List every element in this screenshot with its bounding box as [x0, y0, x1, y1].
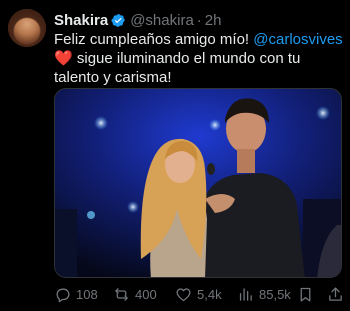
tweet[interactable]: Shakira @shakira · 2h Feliz cumpleaños a… [0, 0, 350, 311]
share-button[interactable] [327, 284, 344, 304]
repost-button[interactable]: 400 [113, 284, 157, 304]
verified-badge-icon [111, 13, 126, 28]
bookmark-icon [300, 287, 311, 302]
like-count: 5,4k [197, 286, 222, 302]
reply-button[interactable]: 108 [54, 284, 98, 304]
repost-icon [115, 287, 128, 301]
author-name[interactable]: Shakira [54, 12, 108, 29]
avatar[interactable] [8, 9, 46, 47]
repost-count: 400 [135, 286, 157, 302]
like-icon [176, 287, 191, 301]
reply-icon [56, 288, 70, 302]
views-button[interactable]: 85,5k [237, 284, 291, 304]
author-handle[interactable]: @shakira [130, 12, 194, 29]
heart-emoji: ❤️ [54, 50, 73, 67]
share-icon [329, 286, 342, 301]
like-button[interactable]: 5,4k [175, 284, 222, 304]
timestamp[interactable]: 2h [205, 12, 222, 29]
bookmark-button[interactable] [297, 284, 314, 304]
avatar-hair [8, 9, 46, 47]
views-icon [239, 287, 252, 301]
reply-count: 108 [76, 286, 98, 302]
tweet-text-line2: sigue iluminando el mundo con tu talento… [54, 50, 301, 86]
tweet-header: Shakira @shakira · 2h [54, 11, 221, 29]
concert-photo-image [55, 89, 341, 277]
tweet-text: Feliz cumpleaños amigo mío! @carlosvives… [54, 30, 344, 87]
tweet-text-prefix: Feliz cumpleaños amigo mío! [54, 31, 254, 48]
separator-dot: · [196, 11, 202, 29]
tweet-actions: 108 400 5,4k 85,5k [54, 284, 344, 304]
tweet-photo[interactable] [54, 88, 342, 278]
views-count: 85,5k [259, 286, 291, 302]
mention-link[interactable]: @carlosvives [253, 31, 342, 48]
